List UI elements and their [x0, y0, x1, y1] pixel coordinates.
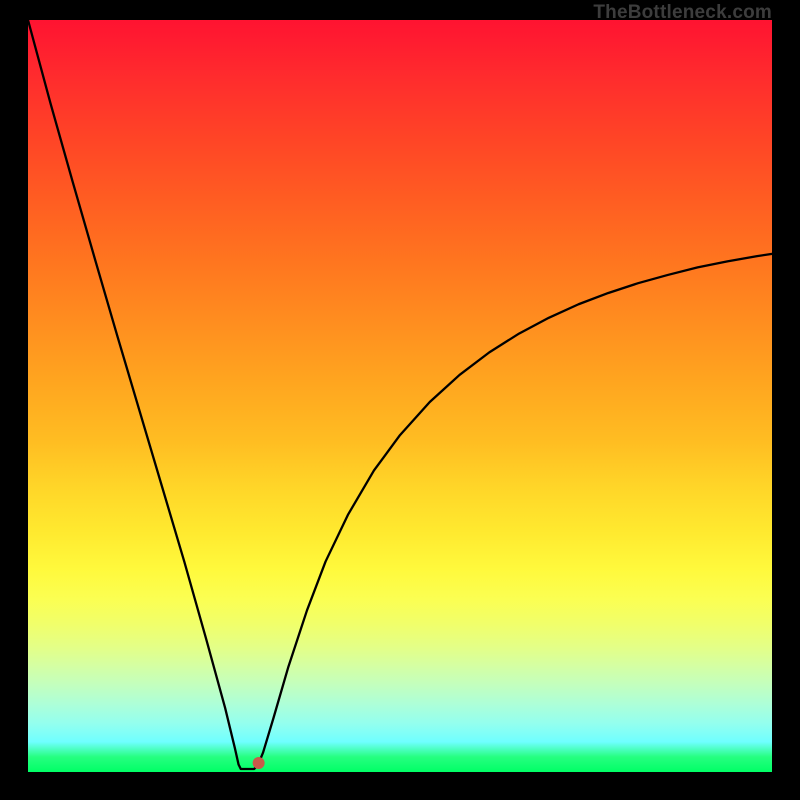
watermark-label: TheBottleneck.com — [593, 2, 772, 24]
chart-stage: TheBottleneck.com — [0, 0, 800, 800]
plot-area — [28, 20, 772, 772]
